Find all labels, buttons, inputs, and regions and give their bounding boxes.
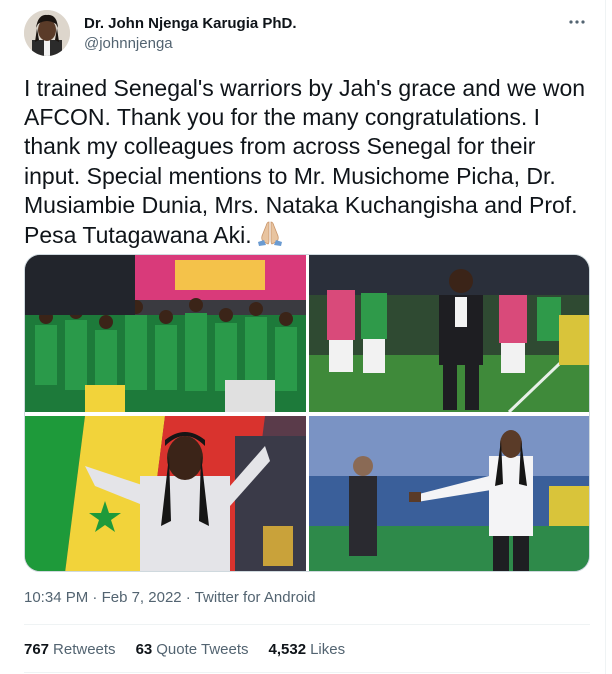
user-names: Dr. John Njenga Karugia PhD. @johnnjenga [84, 14, 297, 54]
profile-photo-icon [24, 10, 70, 56]
divider [24, 672, 590, 673]
tweet-card: Dr. John Njenga Karugia PhD. @johnnjenga… [0, 0, 606, 674]
quotes-count: 63 [135, 641, 153, 658]
tweet-text: I trained Senegal's warriors by Jah's gr… [24, 75, 591, 249]
quotes-label: Quote Tweets [156, 641, 249, 658]
team-celebration-photo[interactable] [25, 255, 306, 412]
display-name[interactable]: Dr. John Njenga Karugia PhD. [84, 14, 297, 34]
tweet-text-container: I trained Senegal's warriors by Jah's gr… [24, 74, 590, 253]
tweet-source[interactable]: Twitter for Android [195, 589, 316, 606]
tweet-metadata: 10:34 PM · Feb 7, 2022 · Twitter for And… [24, 588, 316, 608]
coach-flag-photo[interactable] [25, 416, 306, 571]
divider [24, 624, 590, 625]
meta-separator: · [185, 589, 191, 606]
likes-stat[interactable]: 4,532 Likes [269, 640, 346, 660]
likes-label: Likes [310, 641, 346, 658]
tweet-date[interactable]: Feb 7, 2022 [102, 589, 182, 606]
quote-tweets-stat[interactable]: 63 Quote Tweets [136, 640, 249, 660]
avatar[interactable] [24, 10, 70, 56]
more-options-button[interactable] [562, 10, 592, 34]
coach-pitchside-photo[interactable] [309, 255, 589, 412]
meta-separator: · [92, 589, 98, 606]
tweet-header: Dr. John Njenga Karugia PhD. @johnnjenga [24, 10, 594, 58]
retweets-label: Retweets [53, 641, 116, 658]
user-handle[interactable]: @johnnjenga [84, 34, 297, 54]
coach-gesturing-photo[interactable] [309, 416, 589, 571]
tweet-stats: 767 Retweets 63 Quote Tweets 4,532 Likes [24, 640, 345, 660]
media-grid [24, 254, 590, 572]
folded-hands-icon [256, 220, 284, 253]
tweet-time[interactable]: 10:34 PM [24, 589, 88, 606]
ellipsis-icon [569, 20, 585, 24]
retweets-stat[interactable]: 767 Retweets [24, 640, 116, 660]
retweets-count: 767 [24, 641, 50, 658]
likes-count: 4,532 [268, 641, 307, 658]
